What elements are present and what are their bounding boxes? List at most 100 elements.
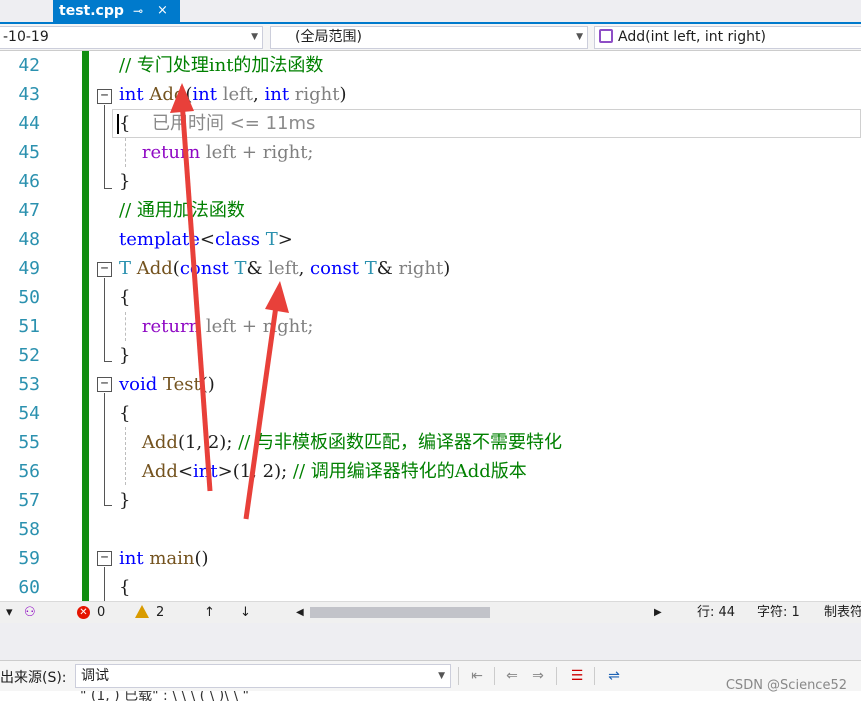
toolbar-separator [494, 667, 495, 685]
code-line-42: // 专门处理int的加法函数 [119, 51, 323, 80]
project-dropdown[interactable]: -10-19 ▼ [0, 26, 263, 49]
collapse-icon[interactable]: − [97, 89, 112, 104]
code-editor[interactable]: 42 43 44 45 46 47 48 49 50 51 52 53 54 55 56 57 58 59 60 −… [0, 51, 861, 601]
line-number: 45 [18, 142, 40, 163]
keyword: return [141, 316, 201, 337]
fold-line [104, 567, 105, 601]
keyword: const [179, 258, 229, 279]
tab-mode-indicator[interactable]: 制表符 [824, 604, 861, 622]
previous-message-icon[interactable]: ⇐ [502, 666, 522, 686]
project-dropdown-value: -10-19 [3, 29, 49, 45]
param: left [217, 84, 254, 105]
brace: { [119, 287, 131, 308]
panel-splitter[interactable] [0, 623, 861, 661]
keyword: int [193, 461, 218, 482]
chevron-down-icon: ▼ [251, 32, 258, 42]
brace: { [119, 113, 131, 134]
brace: } [119, 171, 131, 192]
horizontal-scrollbar-thumb[interactable] [310, 607, 490, 618]
line-number: 44 [18, 113, 40, 134]
punct: ) [339, 84, 347, 105]
fold-line [104, 393, 105, 505]
scroll-left-icon[interactable]: ◀ [296, 604, 304, 622]
code-line-59: int main() [119, 544, 209, 573]
scope-dropdown-value: (全局范围) [295, 29, 362, 45]
punct: , [298, 258, 311, 279]
tab-test-cpp[interactable]: test.cpp ⊸ × [53, 0, 180, 22]
line-number: 60 [18, 577, 40, 598]
document-tab-strip: test.cpp ⊸ × [0, 0, 861, 24]
line-number: 55 [18, 432, 40, 453]
type-param: T [260, 229, 278, 250]
code-line-57: } [119, 486, 130, 515]
toolbar-separator [594, 667, 595, 685]
line-number: 56 [18, 461, 40, 482]
close-tab-icon[interactable]: × [157, 0, 168, 22]
keyword: const [310, 258, 360, 279]
code-line-50: { [119, 283, 130, 312]
fold-line-end [104, 505, 112, 506]
output-source-value: 调试 [81, 668, 109, 684]
navigation-bar: -10-19 ▼ (全局范围) ▼ Add(int left, int righ… [0, 24, 861, 51]
code-line-55: Add(1, 2); // 与非模板函数匹配，编译器不需要特化 [119, 428, 562, 457]
char-indicator[interactable]: 字符: 1 [757, 604, 800, 622]
scroll-right-icon[interactable]: ▶ [654, 604, 662, 622]
brace: } [119, 345, 131, 366]
code-line-53: void Test() [119, 370, 215, 399]
punct: () [200, 374, 215, 395]
expression: left + right; [200, 142, 314, 163]
line-number: 47 [18, 200, 40, 221]
perf-tip[interactable]: 已用时间 <= 11ms [152, 109, 315, 138]
next-message-icon[interactable]: ⇒ [528, 666, 548, 686]
line-number: 50 [18, 287, 40, 308]
method-cube-icon [599, 29, 613, 43]
code-line-56: Add<int>(1, 2); // 调用编译器特化的Add版本 [119, 457, 527, 486]
line-number: 54 [18, 403, 40, 424]
collapse-icon[interactable]: − [97, 377, 112, 392]
line-number: 53 [18, 374, 40, 395]
find-message-icon[interactable]: ⇤ [467, 666, 487, 686]
watermark: CSDN @Science52 [725, 678, 847, 693]
punct: () [194, 548, 209, 569]
line-number: 46 [18, 171, 40, 192]
collapse-icon[interactable]: − [97, 551, 112, 566]
arrow-up-icon[interactable]: ↑ [204, 604, 215, 622]
line-number: 52 [18, 345, 40, 366]
line-number: 48 [18, 229, 40, 250]
word-wrap-icon[interactable]: ⇌ [604, 666, 624, 686]
function-name: Add [149, 84, 186, 105]
error-count[interactable]: 0 [97, 604, 105, 622]
warning-icon[interactable] [135, 605, 149, 618]
punct: ( [172, 258, 180, 279]
type-param: T [228, 258, 247, 279]
error-icon[interactable]: ✕ [77, 606, 90, 619]
pin-icon[interactable]: ⊸ [133, 0, 143, 22]
scope-dropdown[interactable]: (全局范围) ▼ [270, 26, 588, 49]
line-indicator[interactable]: 行: 44 [697, 604, 735, 622]
param: right [392, 258, 444, 279]
function-name: Test [157, 374, 201, 395]
keyword: void [119, 374, 158, 395]
line-number: 51 [18, 316, 40, 337]
code-line-51: return left + right; [119, 312, 314, 341]
warning-count[interactable]: 2 [156, 604, 164, 622]
toolbar-separator [556, 667, 557, 685]
function-name: Add [141, 432, 178, 453]
keyword: template [119, 229, 200, 250]
line-number: 43 [18, 84, 40, 105]
arrow-down-icon[interactable]: ↓ [240, 604, 251, 622]
change-tracking-bar [82, 51, 89, 601]
clear-all-icon[interactable]: ☰ [567, 666, 587, 686]
expression: left + right; [200, 316, 314, 337]
intellicode-icon[interactable]: ⚇ [24, 604, 36, 622]
function-name: Add [141, 461, 178, 482]
keyword: class [214, 229, 260, 250]
fold-line [104, 105, 105, 188]
zoom-dropdown-arrow[interactable]: ▾ [6, 604, 13, 622]
member-dropdown[interactable]: Add(int left, int right) [594, 26, 861, 49]
collapse-icon[interactable]: − [97, 262, 112, 277]
param: left [262, 258, 299, 279]
output-source-select[interactable]: 调试 ▼ [75, 664, 451, 688]
output-text-partial: " (1, ) 已载" : \ \ \ ( \ )\ \ " [80, 691, 249, 701]
function-name: Add [131, 258, 173, 279]
